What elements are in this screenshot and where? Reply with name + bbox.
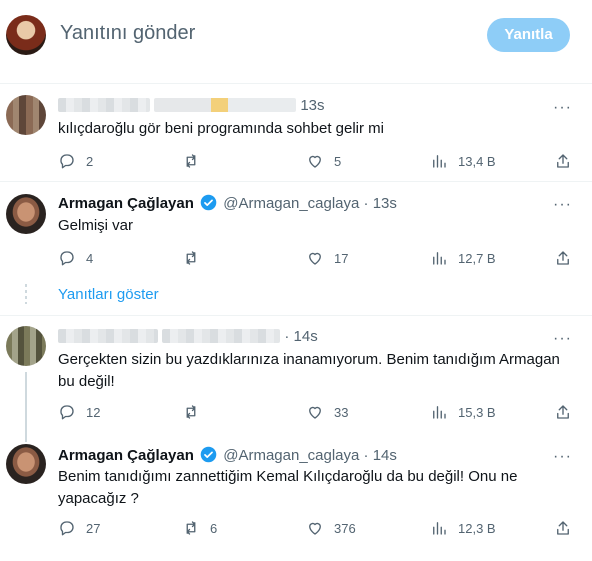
tweet-text: Gelmişi var	[58, 217, 134, 234]
like-icon	[309, 406, 321, 419]
views-action[interactable]: 12,7 B	[430, 248, 496, 268]
retweet-action[interactable]: 6	[182, 518, 217, 538]
author-handle[interactable]: @Armagan_caglaya	[223, 447, 359, 464]
views-action[interactable]: 13,4 B	[430, 151, 496, 171]
retweet-action[interactable]	[182, 248, 210, 268]
tweet-header: · 14s	[58, 328, 318, 345]
views-icon	[433, 406, 446, 419]
like-icon	[309, 252, 321, 265]
share-action[interactable]	[554, 402, 572, 422]
reply-action[interactable]: 2	[58, 151, 93, 171]
reply-icon	[60, 251, 74, 266]
avatar[interactable]	[6, 194, 46, 234]
retweet-action[interactable]	[182, 151, 210, 171]
verified-icon	[200, 446, 217, 463]
reply-icon	[60, 405, 74, 420]
show-replies-link[interactable]: Yanıtları göster	[58, 286, 159, 303]
retweet-count: 6	[210, 520, 218, 536]
tweet[interactable]: Armagan Çağlayan @Armagan_caglaya · 14s …	[0, 436, 592, 561]
tweet-actions: 4 17 12,7 B	[58, 248, 578, 268]
reply-icon	[60, 154, 74, 169]
tweet[interactable]: 13s ··· kılıçdaroğlu gör beni programınd…	[0, 85, 592, 185]
tweet[interactable]: Armagan Çağlayan @Armagan_caglaya · 13s …	[0, 182, 592, 282]
share-action[interactable]	[554, 518, 572, 538]
like-count: 5	[334, 153, 342, 169]
views-action[interactable]: 15,3 B	[430, 402, 496, 422]
tweet-text: Benim tanıdığımı zannettiğim Kemal Kılıç…	[58, 468, 518, 507]
tweet-actions: 12 33 15,3 B	[58, 402, 578, 422]
verified-icon	[200, 194, 217, 211]
share-action[interactable]	[554, 151, 572, 171]
share-action[interactable]	[554, 248, 572, 268]
separator: ·	[363, 447, 369, 464]
like-action[interactable]: 33	[306, 402, 348, 422]
author-name-redacted	[58, 98, 150, 112]
retweet-icon	[186, 405, 196, 419]
separator: ·	[363, 195, 369, 212]
views-icon	[433, 155, 446, 168]
current-user-avatar[interactable]	[6, 15, 46, 55]
retweet-icon	[186, 521, 196, 535]
reply-count: 27	[86, 520, 101, 536]
like-count: 17	[334, 250, 349, 266]
author-handle-redacted	[154, 98, 297, 112]
view-count: 13,4 B	[458, 153, 496, 169]
view-count: 12,3 B	[458, 520, 496, 536]
tweet-time[interactable]: 13s	[373, 195, 397, 212]
retweet-icon	[186, 251, 196, 265]
tweet-actions: 27 6 376 12,3 B	[58, 518, 578, 538]
tweet-time[interactable]: 14s	[373, 447, 397, 464]
author-name[interactable]: Armagan Çağlayan	[58, 447, 194, 464]
tweet-header: Armagan Çağlayan @Armagan_caglaya · 13s	[58, 194, 397, 212]
views-icon	[433, 252, 446, 265]
tweet-time[interactable]: 13s	[300, 97, 324, 114]
thread-connector	[25, 284, 27, 304]
reply-count: 4	[86, 250, 94, 266]
retweet-icon	[186, 154, 196, 168]
author-handle[interactable]: @Armagan_caglaya	[223, 195, 359, 212]
avatar[interactable]	[6, 444, 46, 484]
reply-icon	[60, 521, 74, 536]
share-icon	[557, 154, 569, 168]
reply-action[interactable]: 4	[58, 248, 93, 268]
author-name[interactable]: Armagan Çağlayan	[58, 195, 194, 212]
like-icon	[309, 522, 321, 535]
reply-count: 12	[86, 404, 101, 420]
separator: ·	[284, 328, 290, 345]
author-handle-redacted	[162, 329, 281, 343]
tweet-header: Armagan Çağlayan @Armagan_caglaya · 14s	[58, 446, 397, 464]
reply-action[interactable]: 12	[58, 402, 100, 422]
reply-button[interactable]: Yanıtla	[487, 18, 570, 52]
tweet[interactable]: · 14s ··· Gerçekten sizin bu yazdıkların…	[0, 316, 592, 442]
avatar[interactable]	[6, 326, 46, 366]
views-action[interactable]: 12,3 B	[430, 518, 496, 538]
like-action[interactable]: 17	[306, 248, 348, 268]
share-icon	[557, 521, 569, 535]
view-count: 12,7 B	[458, 250, 496, 266]
like-count: 376	[334, 520, 356, 536]
tweet-text: Gerçekten sizin bu yazdıklarınıza inanam…	[58, 351, 560, 390]
reply-composer: Yanıtını gönder Yanıtla	[0, 0, 592, 84]
like-icon	[309, 155, 321, 168]
tweet-actions: 2 5 13,4 B	[58, 151, 578, 171]
thread-line	[25, 372, 27, 442]
tweet-header: 13s	[58, 97, 325, 114]
author-name-redacted	[58, 329, 158, 343]
retweet-action[interactable]	[182, 402, 210, 422]
share-icon	[557, 251, 569, 265]
reply-input[interactable]: Yanıtını gönder	[60, 22, 195, 45]
avatar[interactable]	[6, 95, 46, 135]
like-action[interactable]: 376	[306, 518, 356, 538]
like-count: 33	[334, 404, 349, 420]
share-icon	[557, 405, 569, 419]
like-action[interactable]: 5	[306, 151, 341, 171]
tweet-text: kılıçdaroğlu gör beni programında sohbet…	[58, 120, 385, 137]
reply-action[interactable]: 27	[58, 518, 100, 538]
tweet-time[interactable]: 14s	[294, 328, 318, 345]
reply-count: 2	[86, 153, 94, 169]
views-icon	[433, 522, 446, 535]
view-count: 15,3 B	[458, 404, 496, 420]
